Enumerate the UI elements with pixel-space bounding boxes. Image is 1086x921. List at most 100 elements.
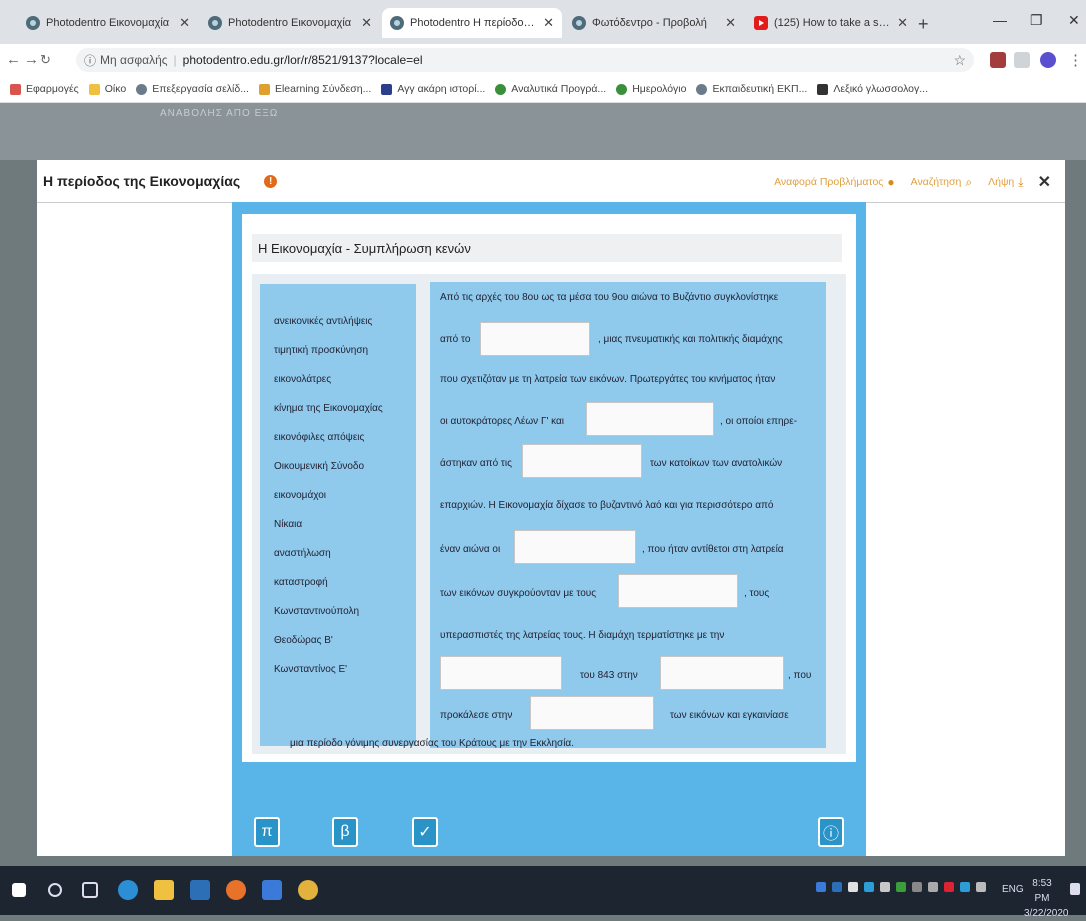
check-button[interactable]: ✓	[412, 817, 438, 847]
tray-icon[interactable]	[960, 882, 970, 892]
tray-icon[interactable]	[816, 882, 826, 892]
answer-blank-6[interactable]	[440, 656, 562, 690]
language-indicator[interactable]: ENG	[1002, 884, 1024, 895]
draggable-word[interactable]: Νίκαια	[274, 519, 302, 530]
tray-icon[interactable]	[880, 882, 890, 892]
close-tab-icon[interactable]: ✕	[725, 15, 736, 31]
close-tab-icon[interactable]: ✕	[361, 15, 372, 31]
tray-icon[interactable]	[864, 882, 874, 892]
browser-tab[interactable]: Φωτόδεντρο - Προβολή ✕	[564, 8, 744, 38]
answer-blank-4[interactable]	[514, 530, 636, 564]
beta-button[interactable]: β	[332, 817, 358, 847]
bookmark[interactable]: Ημερολόγιο	[616, 83, 686, 95]
browser-toolbar: ← → ↻ ⓘ Μη ασφαλής | photodentro.edu.gr/…	[0, 44, 1086, 76]
search-icon[interactable]	[48, 883, 62, 897]
photodentro-favicon-icon	[572, 16, 586, 30]
bookmark[interactable]: Οίκο	[88, 83, 126, 95]
tab-title: Photodentro Η περίοδος της	[410, 17, 538, 29]
answer-blank-2[interactable]	[586, 402, 714, 436]
answer-blank-3[interactable]	[522, 444, 642, 478]
profile-avatar-icon[interactable]	[1040, 52, 1056, 68]
exercise-container: Η Εικονομαχία - Συμπλήρωση κενών ανεικον…	[242, 214, 856, 762]
apps-grid-icon	[10, 83, 21, 95]
back-icon[interactable]: ←	[6, 51, 21, 68]
firefox-icon[interactable]	[226, 880, 246, 900]
bookmark-label: Λεξικό γλωσσολογ...	[833, 83, 929, 95]
windows-start-icon[interactable]	[12, 883, 26, 897]
fill-in-text-panel: Από τις αρχές του 8ου ως τα μέσα του 9ου…	[430, 282, 826, 748]
clock[interactable]: 8:53 PM 3/22/2020	[1024, 876, 1069, 921]
page-background: ΑΝΑΒΟΛΗΣ ΑΠΟ ΕΞΩ	[0, 103, 1086, 160]
new-tab-icon[interactable]: +	[918, 14, 929, 35]
close-tab-icon[interactable]: ✕	[897, 15, 908, 31]
tray-icon[interactable]	[896, 882, 906, 892]
draggable-word[interactable]: κίνημα της Εικονομαχίας	[274, 403, 383, 414]
window-close-icon[interactable]: ✕	[1068, 12, 1080, 29]
draggable-word[interactable]: εικονολάτρες	[274, 374, 331, 385]
answer-blank-5[interactable]	[618, 574, 738, 608]
draggable-word[interactable]: καταστροφή	[274, 577, 328, 588]
bookmark[interactable]: Εκπαιδευτική ΕΚΠ...	[696, 83, 807, 95]
browser-tab[interactable]: Photodentro Εικονομαχία ✕	[18, 8, 198, 38]
info-button[interactable]: ⓘ	[818, 817, 844, 847]
answer-blank-8[interactable]	[530, 696, 654, 730]
alert-icon[interactable]: !	[264, 174, 278, 188]
draggable-word[interactable]: τιμητική προσκύνηση	[274, 345, 368, 356]
draggable-word[interactable]: αναστήλωση	[274, 548, 331, 559]
answer-blank-7[interactable]	[660, 656, 784, 690]
bookmark[interactable]: Αναλυτικά Προγρά...	[495, 83, 606, 95]
download-link[interactable]: Λήψη ⤓	[988, 175, 1024, 190]
info-icon[interactable]: ⓘ	[84, 52, 96, 69]
draggable-word[interactable]: Κωνσταντινούπολη	[274, 606, 359, 617]
store-icon[interactable]	[190, 880, 210, 900]
minimize-icon[interactable]: —	[993, 12, 1007, 28]
tray-icon[interactable]	[944, 882, 954, 892]
site-icon	[495, 83, 507, 95]
bookmark-label: Εκπαιδευτική ΕΚΠ...	[712, 83, 808, 95]
reading-list-icon[interactable]	[1014, 52, 1030, 68]
bookmark-star-icon[interactable]: ☆	[953, 52, 966, 69]
edge-icon[interactable]	[118, 880, 138, 900]
site-icon	[381, 83, 393, 95]
draggable-word[interactable]: ανεικονικές αντιλήψεις	[274, 316, 372, 327]
close-tab-icon[interactable]: ✕	[543, 15, 554, 31]
volume-icon[interactable]	[928, 882, 938, 892]
tray-icon[interactable]	[848, 882, 858, 892]
browser-tab-active[interactable]: Photodentro Η περίοδος της ✕	[382, 8, 562, 38]
draggable-word[interactable]: Οικουμενική Σύνοδο	[274, 461, 364, 472]
forward-icon[interactable]: →	[24, 51, 39, 68]
tray-icon[interactable]	[832, 882, 842, 892]
report-problem-link[interactable]: Αναφορά Προβλήματος ●	[774, 175, 895, 189]
bookmark[interactable]: Elearning Σύνδεση...	[258, 83, 371, 95]
app-icon[interactable]	[262, 880, 282, 900]
file-explorer-icon[interactable]	[154, 880, 174, 900]
browser-tab[interactable]: (125) How to take a scree ✕	[746, 8, 916, 38]
bookmark[interactable]: Λεξικό γλωσσολογ...	[817, 83, 928, 95]
answer-blank-1[interactable]	[480, 322, 590, 356]
draggable-word[interactable]: εικονομάχοι	[274, 490, 326, 501]
draggable-word[interactable]: Κωνσταντίνος Ε'	[274, 664, 347, 675]
restore-icon[interactable]: ❐	[1030, 12, 1043, 29]
extension-icon[interactable]	[990, 52, 1006, 68]
text-line: των κατοίκων των ανατολικών	[650, 458, 783, 469]
menu-kebab-icon[interactable]: ⋮	[1068, 51, 1083, 69]
draggable-word[interactable]: εικονόφιλες απόψεις	[274, 432, 364, 443]
keyboard-icon[interactable]	[976, 882, 986, 892]
chrome-icon[interactable]	[298, 880, 318, 900]
address-bar[interactable]: ⓘ Μη ασφαλής | photodentro.edu.gr/lor/r/…	[76, 48, 974, 72]
search-link[interactable]: Αναζήτηση ⌕	[911, 175, 972, 190]
modal-close-icon[interactable]: ✕	[1038, 172, 1051, 192]
bookmark[interactable]: Αγγ ακάρη ιστορί...	[381, 83, 485, 95]
pi-button[interactable]: π	[254, 817, 280, 847]
url-text[interactable]: photodentro.edu.gr/lor/r/8521/9137?local…	[183, 53, 423, 67]
draggable-word[interactable]: Θεοδώρας Β'	[274, 635, 333, 646]
bookmark[interactable]: Επεξεργασία σελίδ...	[136, 83, 249, 95]
close-tab-icon[interactable]: ✕	[179, 15, 190, 31]
task-view-icon[interactable]	[82, 882, 98, 898]
text-line: , που	[788, 670, 812, 681]
network-icon[interactable]	[912, 882, 922, 892]
bookmark-apps[interactable]: Εφαρμογές	[10, 83, 79, 95]
reload-icon[interactable]: ↻	[40, 52, 51, 68]
notifications-icon[interactable]	[1070, 883, 1080, 895]
browser-tab[interactable]: Photodentro Εικονομαχία ✕	[200, 8, 380, 38]
